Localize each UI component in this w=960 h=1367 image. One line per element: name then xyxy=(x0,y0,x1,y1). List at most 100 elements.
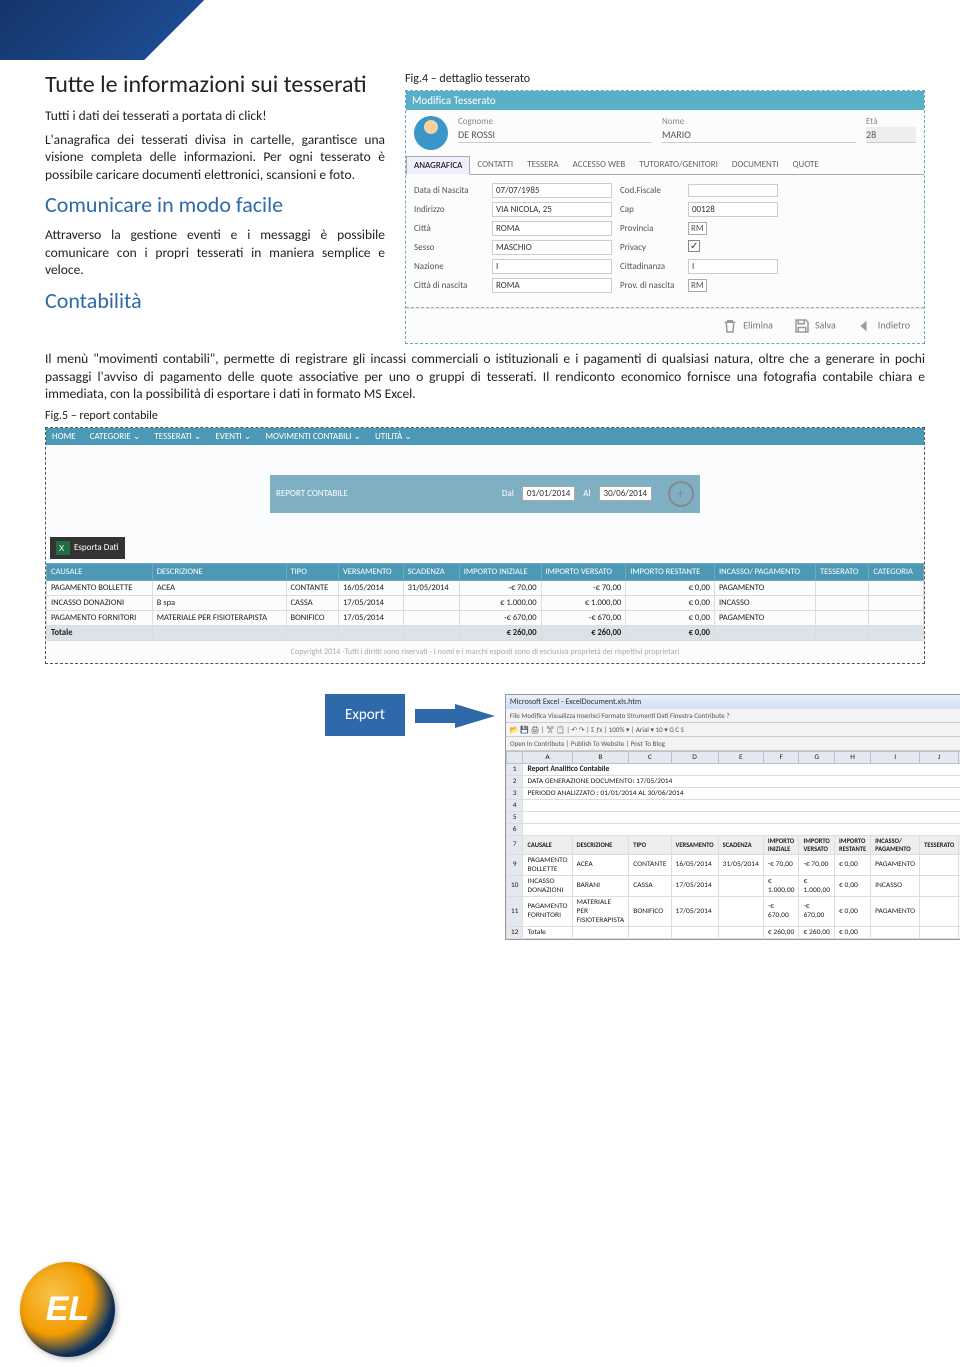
tab-anagrafica[interactable]: ANAGRAFICA xyxy=(406,156,470,175)
tab-documenti[interactable]: DOCUMENTI xyxy=(725,156,786,174)
citta-label: Città xyxy=(414,223,484,234)
nav-movimenti[interactable]: MOVIMENTI CONTABILI ⌄ xyxy=(265,431,361,442)
report-table: CAUSALEDESCRIZIONETIPOVERSAMENTOSCADENZA… xyxy=(46,563,924,641)
report-header: DESCRIZIONE xyxy=(152,563,286,580)
cap-label: Cap xyxy=(620,204,680,215)
dal-field[interactable]: 01/01/2014 xyxy=(522,486,575,501)
tab-tessera[interactable]: TESSERA xyxy=(520,156,565,174)
report-header: TIPO xyxy=(286,563,338,580)
report-header: SCADENZA xyxy=(403,563,459,580)
nav-tesserati[interactable]: TESSERATI ⌄ xyxy=(154,431,201,442)
report-header: INCASSO/ PAGAMENTO xyxy=(714,563,815,580)
trash-icon xyxy=(721,317,739,335)
privacy-checkbox[interactable] xyxy=(688,240,700,252)
arrow-icon xyxy=(415,709,455,723)
excel-titlebar: Microsoft Excel - ExcelDocument.xls.htm xyxy=(506,695,960,709)
dob-field[interactable]: 07/07/1985 xyxy=(492,183,612,198)
export-button[interactable]: Export xyxy=(325,694,405,736)
table-row: PAGAMENTO BOLLETTEACEACONTANTE16/05/2014… xyxy=(47,580,924,595)
esporta-dati-button[interactable]: X Esporta Dati xyxy=(50,537,125,559)
excel-sheet: ABCDEFGHIJK 1Report Analitico Contabile … xyxy=(506,751,960,939)
report-header: VERSAMENTO xyxy=(338,563,403,580)
logo-badge: EL xyxy=(20,1262,115,1357)
tab-contatti[interactable]: CONTATTI xyxy=(470,156,520,174)
sesso-label: Sesso xyxy=(414,242,484,253)
indietro-button[interactable]: Indietro xyxy=(856,317,910,335)
totale-row: Totale€ 260,00€ 260,00€ 0,00 xyxy=(47,625,924,640)
privacy-label: Privacy xyxy=(620,242,680,253)
citta-field[interactable]: ROMA xyxy=(492,221,612,236)
cognome-field[interactable]: DE ROSSI xyxy=(458,127,652,143)
report-title: REPORT CONTABILE xyxy=(276,488,494,499)
section-heading-comunicare: Comunicare in modo facile xyxy=(45,191,385,218)
sesso-field[interactable]: MASCHIO xyxy=(492,240,612,255)
indirizzo-field[interactable]: VIA NICOLA, 25 xyxy=(492,202,612,217)
report-header: IMPORTO RESTANTE xyxy=(626,563,715,580)
app-nav: HOME CATEGORIE ⌄ TESSERATI ⌄ EVENTI ⌄ MO… xyxy=(46,428,924,445)
nav-utilita[interactable]: UTILITÀ ⌄ xyxy=(375,431,412,442)
report-header: CATEGORIA xyxy=(869,563,924,580)
al-field[interactable]: 30/06/2014 xyxy=(599,486,652,501)
cf-label: Cod.Fiscale xyxy=(620,185,680,196)
eta-label: Età xyxy=(866,116,916,127)
indirizzo-label: Indirizzo xyxy=(414,204,484,215)
nav-home[interactable]: HOME xyxy=(52,431,76,442)
cittadinanza-field[interactable]: I xyxy=(688,259,778,274)
paragraph: Attraverso la gestione eventi e i messag… xyxy=(45,226,385,279)
salva-button[interactable]: Salva xyxy=(793,317,836,335)
prov-nascita-field[interactable]: RM xyxy=(688,279,707,292)
copyright-text: Copyright 2014 -Tutti i diritti sono ris… xyxy=(46,641,924,663)
report-filter-bar: REPORT CONTABILE Dal 01/01/2014 Al 30/06… xyxy=(270,475,700,513)
excel-menu: File Modifica Visualizza Inserisci Forma… xyxy=(506,709,960,723)
table-row: INCASSO DONAZIONIB spaCASSA17/05/2014€ 1… xyxy=(47,595,924,610)
figure4-caption: Fig.4 – dettaglio tesserato xyxy=(405,72,925,86)
figure4-dialog: Modifica Tesserato CognomeDE ROSSI NomeM… xyxy=(405,90,925,344)
nome-field[interactable]: MARIO xyxy=(662,127,856,143)
report-header: IMPORTO INIZIALE xyxy=(459,563,541,580)
excel-icon: X xyxy=(56,541,70,555)
tab-tutorato[interactable]: TUTORATO/GENITORI xyxy=(632,156,725,174)
figure5-report: HOME CATEGORIE ⌄ TESSERATI ⌄ EVENTI ⌄ MO… xyxy=(45,427,925,664)
cap-field[interactable]: 00128 xyxy=(688,202,778,217)
report-header: CAUSALE xyxy=(47,563,153,580)
dal-label: Dal xyxy=(502,488,514,499)
back-arrow-icon xyxy=(856,317,874,335)
citta-nascita-field[interactable]: ROMA xyxy=(492,278,612,293)
eta-field: 28 xyxy=(866,127,916,143)
nazione-field[interactable]: I xyxy=(492,259,612,274)
zoom-icon[interactable] xyxy=(668,481,694,507)
paragraph: Tutti i dati dei tesserati a portata di … xyxy=(45,107,385,125)
tab-quote[interactable]: QUOTE xyxy=(785,156,825,174)
nazione-label: Nazione xyxy=(414,261,484,272)
arrow-head-icon xyxy=(455,704,495,728)
cognome-label: Cognome xyxy=(458,116,652,127)
section-heading-tesserati: Tutte le informazioni sui tesserati xyxy=(45,70,385,99)
paragraph: L'anagrafica dei tesserati divisa in car… xyxy=(45,131,385,184)
al-label: Al xyxy=(583,488,590,499)
contabilita-paragraph: Il menù "movimenti contabili", permette … xyxy=(45,350,925,403)
report-header: IMPORTO VERSATO xyxy=(541,563,626,580)
table-row: PAGAMENTO FORNITORIMATERIALE PER FISIOTE… xyxy=(47,610,924,625)
save-icon xyxy=(793,317,811,335)
excel-toolbar-2: Open In Contribute | Publish To Website … xyxy=(506,737,960,751)
figure5-caption: Fig.5 – report contabile xyxy=(45,409,925,423)
provincia-label: Provincia xyxy=(620,223,680,234)
section-heading-contabilita: Contabilità xyxy=(45,287,385,314)
nome-label: Nome xyxy=(662,116,856,127)
citta-nascita-label: Città di nascita xyxy=(414,280,484,291)
dob-label: Data di Nascita xyxy=(414,185,484,196)
tab-accesso-web[interactable]: ACCESSO WEB xyxy=(566,156,633,174)
svg-text:X: X xyxy=(59,544,65,553)
tab-bar: ANAGRAFICA CONTATTI TESSERA ACCESSO WEB … xyxy=(406,156,924,175)
cf-field[interactable] xyxy=(688,184,778,197)
excel-toolbar-icons: 📂 💾 🖨 | ✂ 📋 | ↶ ↷ | Σ ƒx | 100% ▾ | Aria… xyxy=(506,723,960,737)
provincia-field[interactable]: RM xyxy=(688,222,707,235)
dialog-title: Modifica Tesserato xyxy=(406,91,924,110)
excel-window: Microsoft Excel - ExcelDocument.xls.htm … xyxy=(505,694,960,940)
elimina-button[interactable]: Elimina xyxy=(721,317,773,335)
cittadinanza-label: Cittadinanza xyxy=(620,261,680,272)
report-header: TESSERATO xyxy=(815,563,868,580)
nav-eventi[interactable]: EVENTI ⌄ xyxy=(215,431,251,442)
nav-categorie[interactable]: CATEGORIE ⌄ xyxy=(90,431,141,442)
avatar-icon xyxy=(414,116,448,150)
